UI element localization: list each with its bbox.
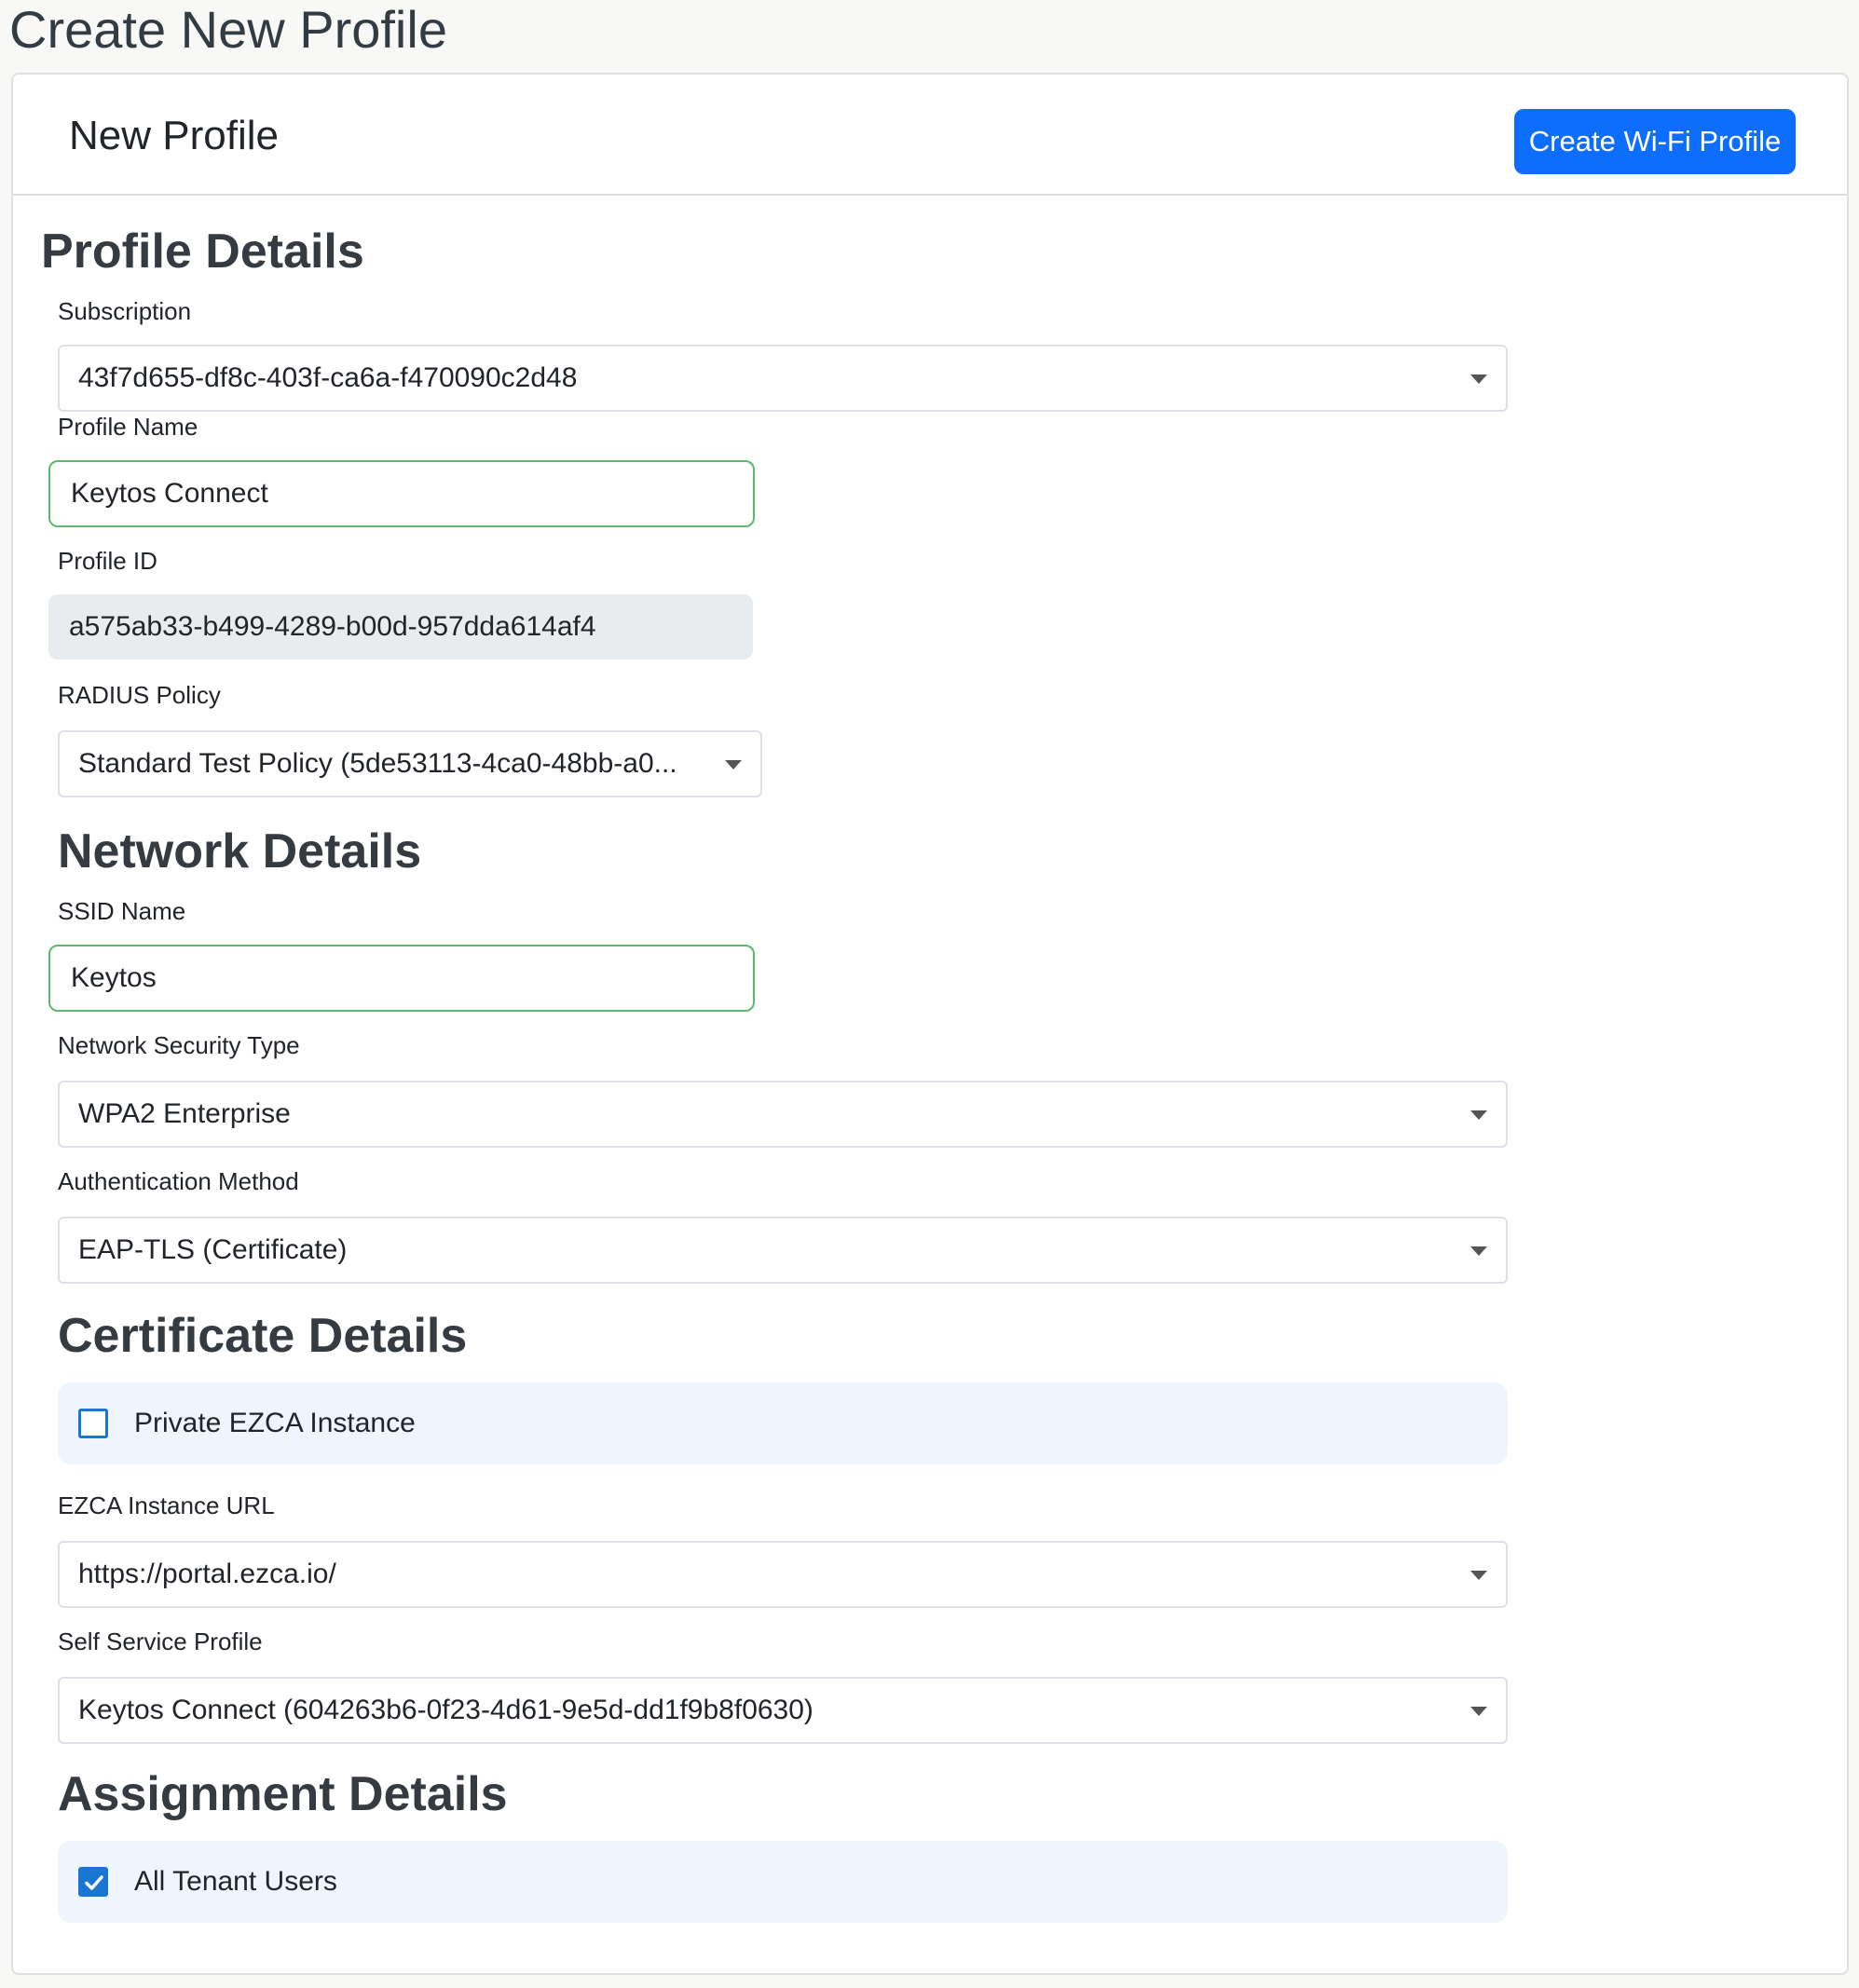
private-ezca-instance-label: Private EZCA Instance [134,1408,416,1438]
chevron-down-icon [1470,374,1487,384]
assignment-details-heading: Assignment Details [58,1767,508,1821]
auth-method-value: EAP-TLS (Certificate) [78,1234,348,1265]
subscription-label: Subscription [58,297,192,325]
profile-name-label: Profile Name [58,413,198,441]
profile-id-field: a575ab33-b499-4289-b00d-957dda614af4 [48,594,753,660]
ssid-name-input[interactable] [48,945,755,1012]
chevron-down-icon [725,760,742,769]
self-service-profile-label: Self Service Profile [58,1627,263,1655]
certificate-details-heading: Certificate Details [58,1309,468,1363]
profile-card: New Profile Create Wi-Fi Profile Profile… [11,73,1849,1975]
profile-details-heading: Profile Details [41,225,364,279]
subscription-value: 43f7d655-df8c-403f-ca6a-f470090c2d48 [78,362,578,393]
all-tenant-users-option[interactable]: All Tenant Users [58,1841,1508,1923]
chevron-down-icon [1470,1110,1487,1120]
chevron-down-icon [1470,1707,1487,1716]
auth-method-label: Authentication Method [58,1167,299,1195]
private-ezca-instance-checkbox[interactable] [78,1409,108,1438]
self-service-profile-select[interactable]: Keytos Connect (604263b6-0f23-4d61-9e5d-… [58,1677,1508,1744]
page-title: Create New Profile [9,0,447,59]
radius-policy-value: Standard Test Policy (5de53113-4ca0-48bb… [78,748,677,779]
create-wifi-profile-button[interactable]: Create Wi-Fi Profile [1514,109,1796,174]
all-tenant-users-label: All Tenant Users [134,1866,337,1897]
radius-policy-select[interactable]: Standard Test Policy (5de53113-4ca0-48bb… [58,730,762,797]
ezca-instance-url-label: EZCA Instance URL [58,1491,275,1519]
security-type-select[interactable]: WPA2 Enterprise [58,1081,1508,1148]
private-ezca-instance-option[interactable]: Private EZCA Instance [58,1382,1508,1464]
ssid-name-label: SSID Name [58,897,186,925]
card-header: New Profile Create Wi-Fi Profile [13,75,1847,196]
subscription-select[interactable]: 43f7d655-df8c-403f-ca6a-f470090c2d48 [58,345,1508,412]
auth-method-select[interactable]: EAP-TLS (Certificate) [58,1217,1508,1284]
profile-id-label: Profile ID [58,547,157,575]
security-type-label: Network Security Type [58,1031,300,1059]
ezca-instance-url-value: https://portal.ezca.io/ [78,1559,336,1589]
card-header-title: New Profile [69,113,279,158]
ezca-instance-url-select[interactable]: https://portal.ezca.io/ [58,1541,1508,1608]
profile-name-input[interactable] [48,460,755,527]
security-type-value: WPA2 Enterprise [78,1098,291,1129]
all-tenant-users-checkbox[interactable] [78,1867,108,1897]
radius-policy-label: RADIUS Policy [58,681,221,709]
network-details-heading: Network Details [58,824,422,878]
self-service-profile-value: Keytos Connect (604263b6-0f23-4d61-9e5d-… [78,1695,813,1725]
check-icon [85,1875,103,1890]
chevron-down-icon [1470,1246,1487,1256]
chevron-down-icon [1470,1571,1487,1580]
